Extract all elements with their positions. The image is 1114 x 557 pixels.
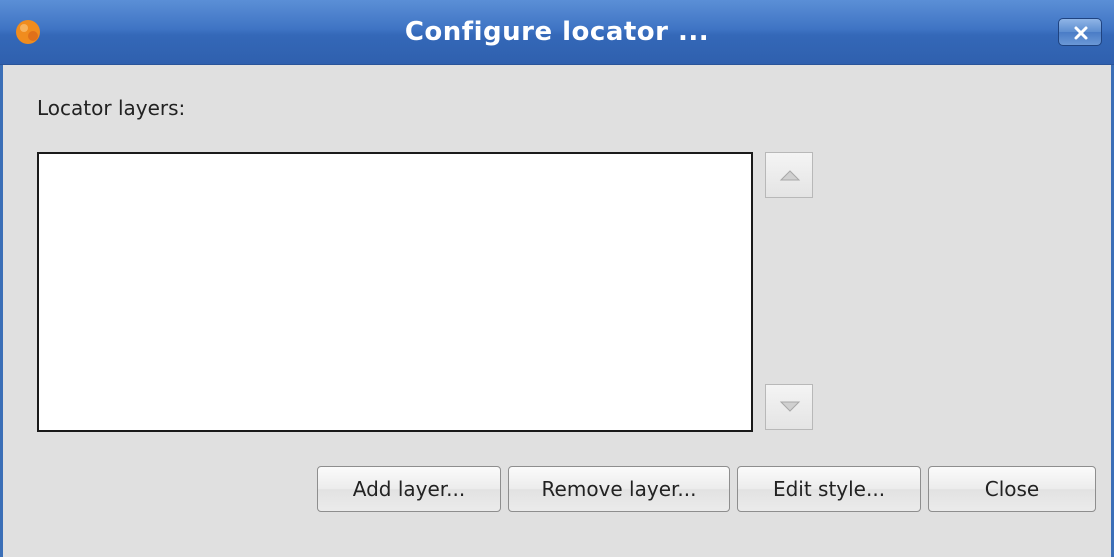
- close-icon: [1074, 26, 1088, 40]
- remove-layer-button[interactable]: Remove layer...: [508, 466, 730, 512]
- window-close-button[interactable]: [1058, 18, 1102, 46]
- locator-layers-label: Locator layers:: [37, 96, 186, 120]
- window-title: Configure locator ...: [404, 17, 710, 47]
- title-bar[interactable]: Configure locator ...: [0, 0, 1114, 65]
- move-up-button[interactable]: [765, 152, 813, 198]
- triangle-down-icon: [779, 401, 801, 412]
- add-layer-button[interactable]: Add layer...: [317, 466, 501, 512]
- locator-layers-list[interactable]: [37, 152, 753, 432]
- move-down-button[interactable]: [765, 384, 813, 430]
- edit-style-button[interactable]: Edit style...: [737, 466, 921, 512]
- triangle-up-icon: [779, 170, 801, 181]
- close-button[interactable]: Close: [928, 466, 1096, 512]
- configure-locator-dialog: Configure locator ... Locator layers: Ad…: [0, 0, 1114, 557]
